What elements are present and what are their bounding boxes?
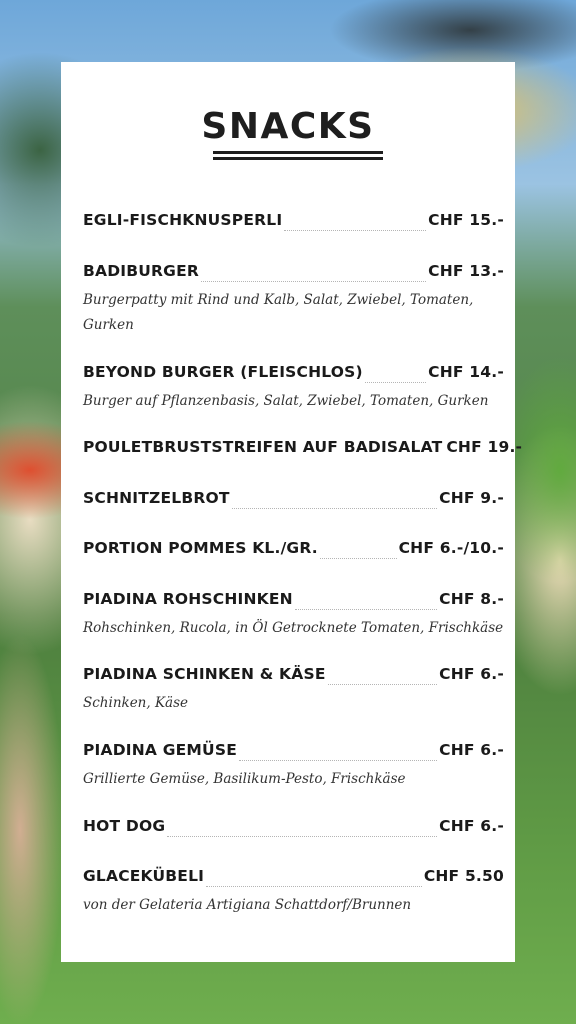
item-description: Rohschinken, Rucola, in Öl Getrocknete T… [83,620,504,636]
item-price: CHF 5.50 [423,867,504,885]
menu-item: BEYOND BURGER (FLEISCHLOS) CHF 14.- Burge… [83,363,504,414]
menu-item: BADIBURGER CHF 13.- Burgerpatty mit Rind … [83,262,504,338]
menu-item: HOT DOG CHF 6.- [83,817,504,841]
title-underline [213,151,383,154]
item-price: CHF 14.- [428,363,504,381]
item-description: Burger auf Pflanzenbasis, Salat, Zwiebel… [83,393,489,409]
item-name: HOT DOG [83,817,166,835]
item-price: CHF 19.- [446,438,523,456]
item-name: PIADINA GEMÜSE [83,741,237,759]
menu-item: PIADINA SCHINKEN & KÄSE CHF 6.- Schinken,… [83,665,504,716]
item-name: SCHNITZELBROT [83,489,230,507]
menu-item: PIADINA GEMÜSE CHF 6.- Grillierte Gemüse,… [83,741,504,792]
item-price: CHF 13.- [428,262,504,280]
item-price: CHF 6.-/10.- [398,539,504,557]
leader-dots [327,684,438,685]
menu-item: GLACEKÜBELI CHF 5.50 von der Gelateria Ar… [83,867,504,918]
item-price: CHF 9.- [439,489,504,507]
item-description: Schinken, Käse [83,695,189,711]
item-price: CHF 6.- [439,741,504,759]
item-price: CHF 15.- [428,211,504,229]
item-description: Grillierte Gemüse, Basilikum-Pesto, Fris… [83,771,406,787]
item-name: GLACEKÜBELI [83,867,205,885]
leader-dots [206,886,422,887]
item-price: CHF 6.- [439,665,504,683]
leader-dots [364,382,427,383]
menu-title: SNACKS [201,106,375,147]
item-price: CHF 6.- [439,817,504,835]
item-name: BEYOND BURGER (FLEISCHLOS) [83,363,363,381]
item-name: PORTION POMMES KL./GR. [83,539,318,557]
menu-item: EGLI-FISCHKNUSPERLI CHF 15.- [83,211,504,235]
item-name: PIADINA ROHSCHINKEN [83,590,293,608]
item-name: EGLI-FISCHKNUSPERLI [83,211,283,229]
item-name: BADIBURGER [83,262,200,280]
item-name: POULETBRUSTSTREIFEN AUF BADISALAT [83,438,443,456]
menu-item: POULETBRUSTSTREIFEN AUF BADISALAT CHF 19.… [83,438,522,462]
leader-dots [239,760,438,761]
menu-item: SCHNITZELBROT CHF 9.- [83,489,504,513]
leader-dots [231,508,438,509]
leader-dots [167,836,438,837]
leader-dots [284,230,427,231]
item-description: Burgerpatty mit Rind und Kalb, Salat, Zw… [83,292,474,333]
leader-dots [319,558,397,559]
item-description: von der Gelateria Artigiana Schattdorf/B… [83,897,412,913]
leader-dots [294,609,438,610]
title-underline [213,157,383,160]
menu-item: PIADINA ROHSCHINKEN CHF 8.- Rohschinken, … [83,590,504,641]
item-price: CHF 8.- [439,590,504,608]
item-name: PIADINA SCHINKEN & KÄSE [83,665,326,683]
leader-dots [201,281,427,282]
menu-item: PORTION POMMES KL./GR. CHF 6.-/10.- [83,539,504,563]
